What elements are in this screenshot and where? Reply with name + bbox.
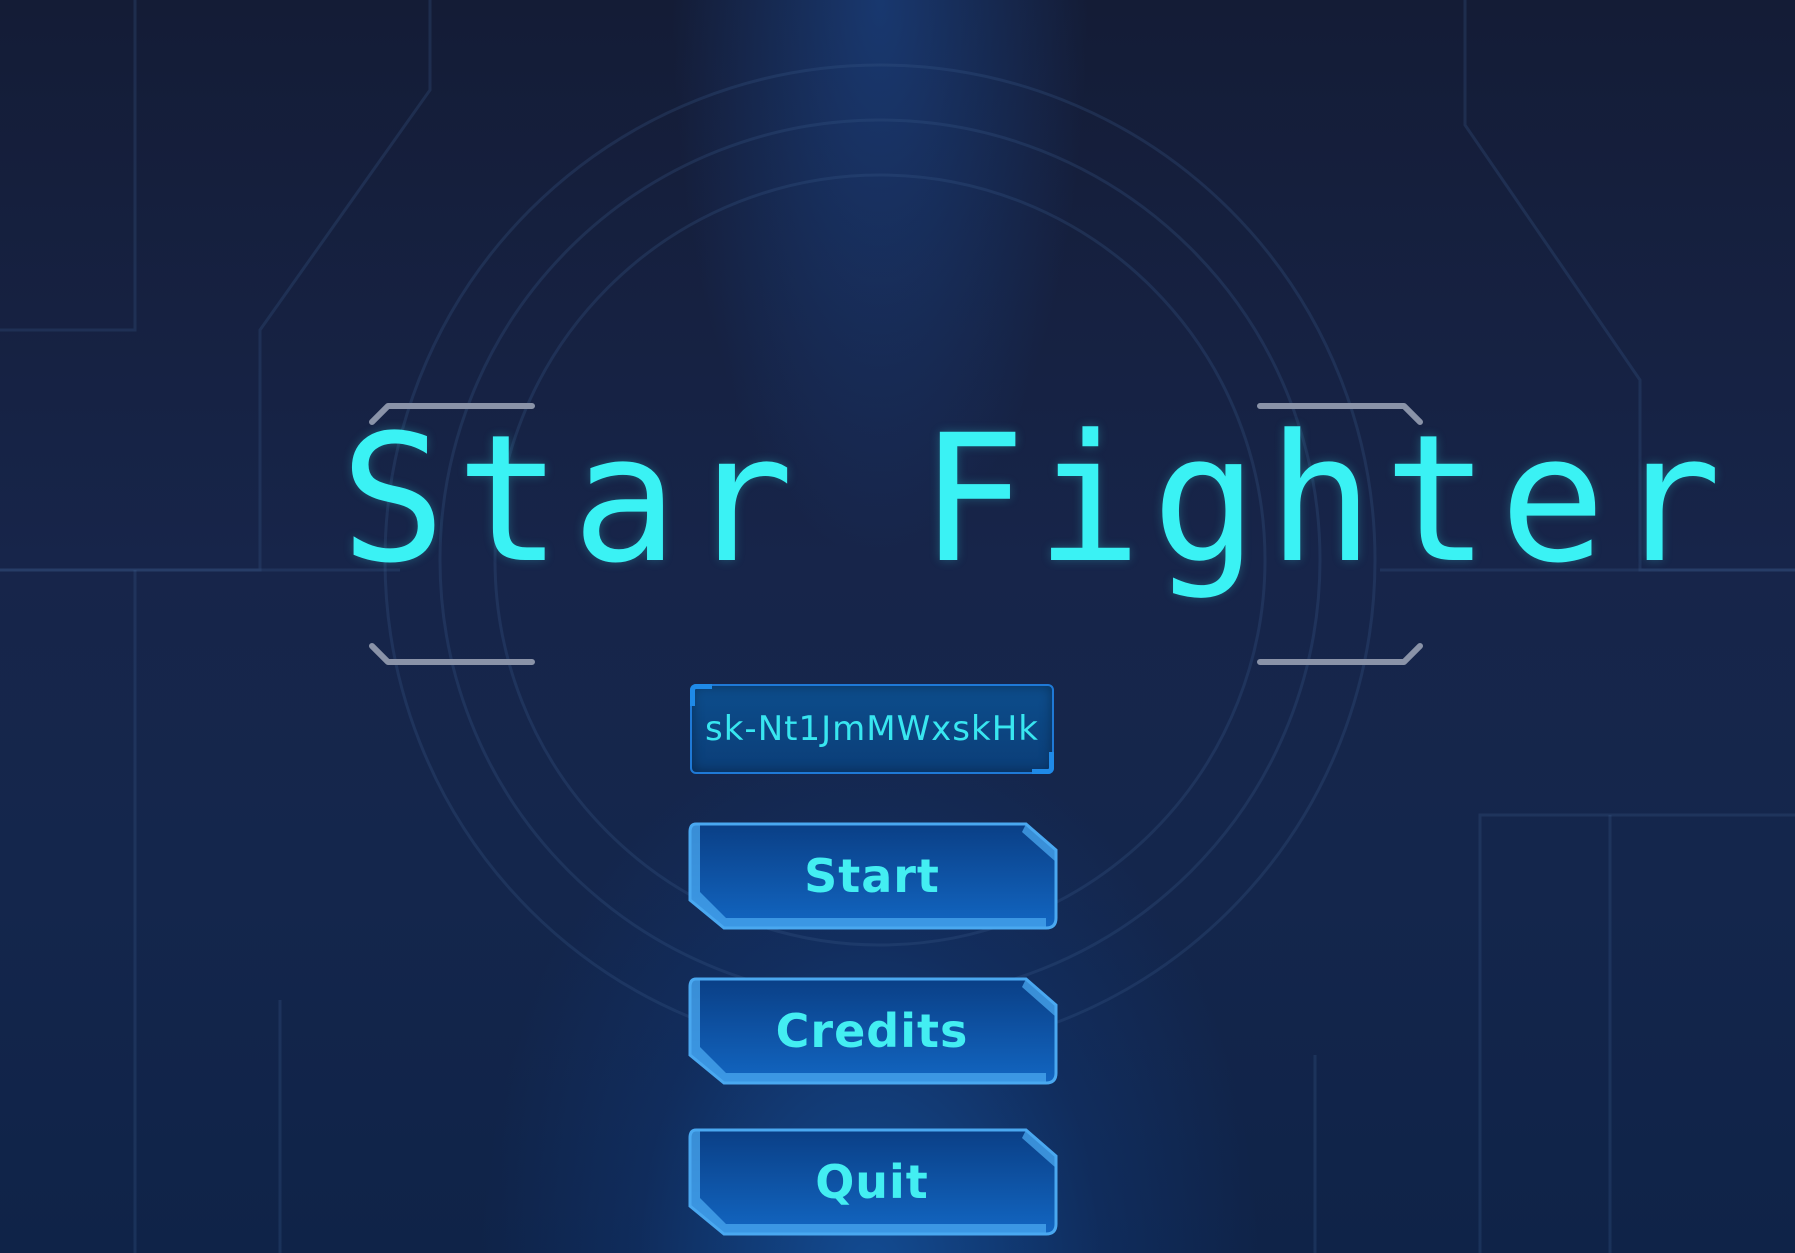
start-button[interactable]: Start	[686, 822, 1058, 930]
main-menu-screen: Star Fighter sk-Nt1JmMWxskHk Start Credi…	[0, 0, 1795, 1253]
quit-button-label: Quit	[815, 1155, 929, 1209]
api-key-field[interactable]: sk-Nt1JmMWxskHk	[690, 684, 1054, 774]
quit-button[interactable]: Quit	[686, 1128, 1058, 1236]
field-corner-accent	[1032, 752, 1054, 774]
credits-button[interactable]: Credits	[686, 977, 1058, 1085]
credits-button-label: Credits	[775, 1004, 969, 1058]
game-title: Star Fighter	[340, 397, 1732, 602]
start-button-label: Start	[804, 849, 940, 903]
field-corner-accent	[690, 684, 712, 706]
